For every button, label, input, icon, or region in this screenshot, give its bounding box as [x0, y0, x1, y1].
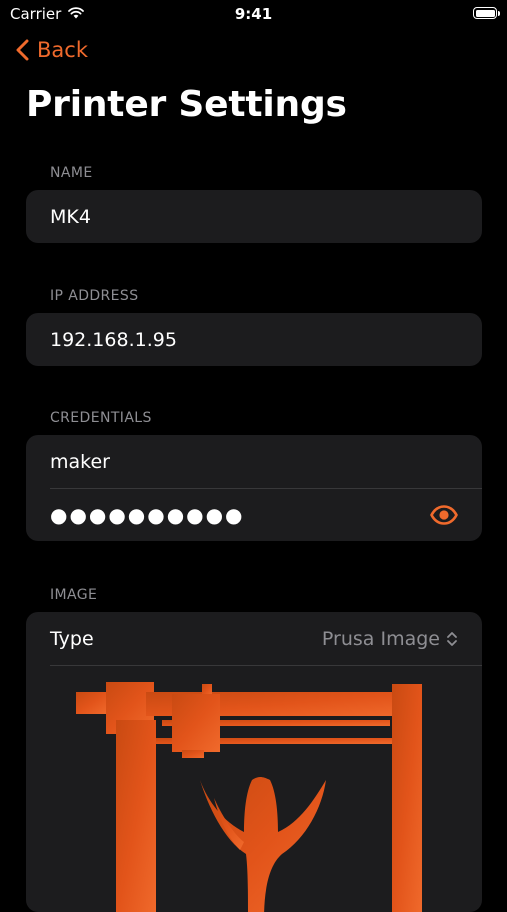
- password-field[interactable]: ●●●●●●●●●●: [50, 503, 245, 527]
- back-label: Back: [37, 38, 88, 62]
- chevron-up-down-icon: [446, 631, 458, 647]
- type-picker[interactable]: Prusa Image: [322, 628, 458, 650]
- printer-image-container: [26, 666, 482, 912]
- credentials-group: maker ●●●●●●●●●●: [26, 435, 482, 541]
- password-row: ●●●●●●●●●●: [26, 488, 482, 541]
- status-time: 9:41: [234, 5, 273, 23]
- page-title: Printer Settings: [26, 84, 347, 125]
- status-bar: Carrier 9:41: [0, 0, 507, 30]
- chevron-left-icon: [16, 39, 29, 61]
- ip-address-section-header: IP ADDRESS: [50, 288, 139, 304]
- name-field[interactable]: MK4: [26, 190, 482, 243]
- prusa-printer-image: [76, 682, 422, 912]
- name-group: MK4: [26, 190, 482, 243]
- type-row[interactable]: Type Prusa Image: [26, 612, 482, 665]
- name-section-header: NAME: [50, 165, 93, 181]
- ip-address-group: 192.168.1.95: [26, 313, 482, 366]
- credentials-section-header: CREDENTIALS: [50, 410, 152, 426]
- ip-address-field[interactable]: 192.168.1.95: [26, 313, 482, 366]
- eye-icon[interactable]: [430, 504, 458, 525]
- battery-fill: [475, 9, 495, 17]
- image-group: Type Prusa Image: [26, 612, 482, 912]
- username-field[interactable]: maker: [26, 435, 482, 488]
- battery-icon: [473, 7, 500, 19]
- image-section-header: IMAGE: [50, 587, 98, 603]
- type-label: Type: [50, 627, 94, 650]
- type-value: Prusa Image: [321, 627, 440, 650]
- back-button[interactable]: Back: [16, 38, 88, 62]
